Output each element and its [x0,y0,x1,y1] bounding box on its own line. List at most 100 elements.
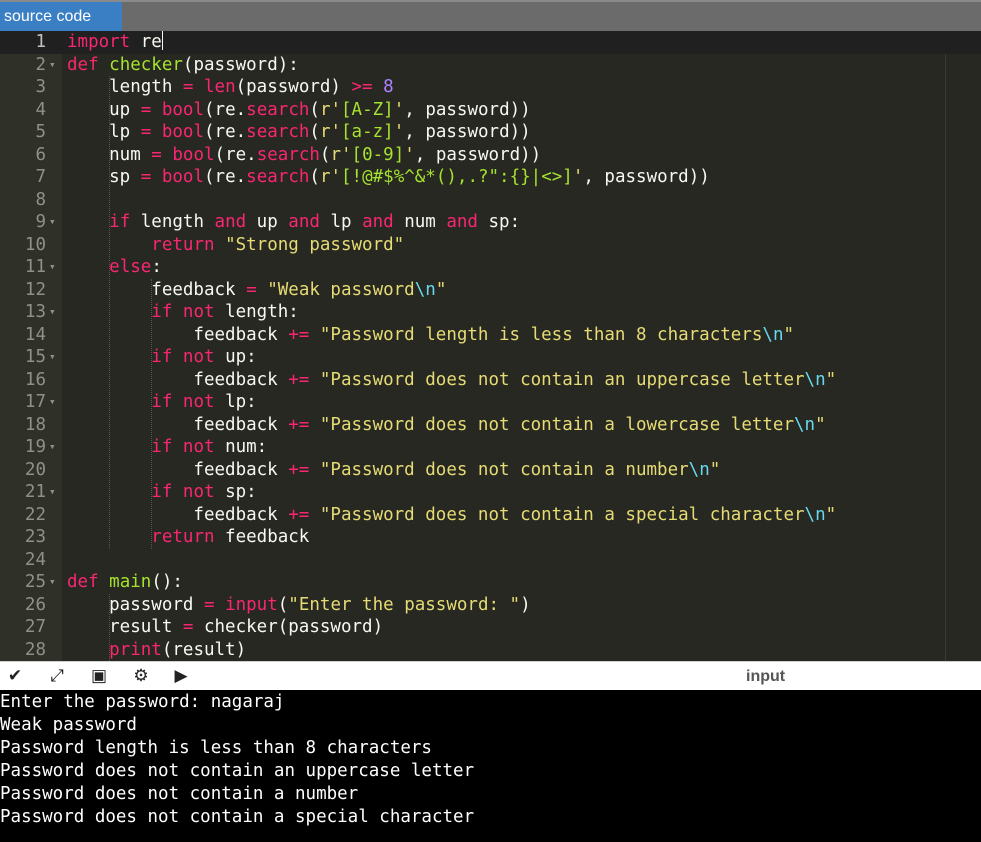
line-number: 3 [35,77,46,97]
line-number: 20 [24,459,46,480]
fold-toggle-icon[interactable]: ▾ [49,481,59,504]
code-text: if not sp: [151,482,257,502]
code-text: feedback += "Password does not contain a… [67,459,721,480]
code-text: if not lp: [151,392,257,412]
code-line[interactable]: 18 feedback += "Password does not contai… [0,414,981,437]
tab-source-code[interactable]: source code [0,2,122,31]
code-editor[interactable]: 1 import re 2 ▾ def checker(password): 3 leng… [0,31,981,661]
line-number: 7 [35,167,46,187]
code-text: length = len(password) >= 8 [67,77,394,97]
line-number: 16 [24,369,46,390]
line-number: 12 [24,279,46,300]
code-text: result = checker(password) [67,617,384,637]
line-number: 11 [24,257,46,277]
line-number: 6 [35,144,46,165]
code-line[interactable]: 22 feedback += "Password does not contai… [0,504,981,527]
line-number: 17 [24,392,46,412]
code-line[interactable]: 2 ▾ def checker(password): [0,54,981,77]
line-number: 21 [24,482,46,502]
output-line: Enter the password: nagaraj [0,692,285,712]
code-line[interactable]: 13 ▾ if not length: [0,301,981,324]
fold-toggle-icon[interactable]: ▾ [49,54,59,77]
code-line[interactable]: 11 ▾ else: [0,256,981,279]
line-number: 1 [35,32,46,52]
code-line[interactable]: 23 return feedback [0,526,981,549]
text-cursor [161,31,163,50]
fold-toggle-icon[interactable]: ▾ [49,256,59,279]
code-line[interactable]: 1 import re [0,31,981,54]
code-text: return "Strong password" [151,234,405,255]
input-tab[interactable]: input [746,662,785,691]
code-line[interactable]: 6 num = bool(re.search(r'[0-9]', passwor… [0,144,981,167]
code-line[interactable]: 15 ▾ if not up: [0,346,981,369]
fold-toggle-icon[interactable]: ▾ [49,391,59,414]
code-text: feedback += "Password does not contain a… [67,369,837,390]
code-line[interactable]: 5 lp = bool(re.search(r'[a-z]', password… [0,121,981,144]
code-text: sp = bool(re.search(r'[!@#$%^&*(),.?":{}… [67,167,710,187]
code-text: feedback += "Password does not contain a… [67,504,837,525]
output-line: Password does not contain a number [0,784,359,804]
output-line: Weak password [0,715,137,735]
code-text: feedback += "Password does not contain a… [67,414,826,435]
code-line[interactable]: 12 feedback = "Weak password\n" [0,279,981,302]
line-number: 9 [35,212,46,232]
fold-toggle-icon[interactable]: ▾ [49,436,59,459]
console-toolbar: ✔ ⤢ ▣ ⚙ ▶ input [0,661,981,690]
code-line[interactable]: 7 sp = bool(re.search(r'[!@#$%^&*(),.?":… [0,166,981,189]
code-line[interactable]: 17 ▾ if not lp: [0,391,981,414]
code-line[interactable]: 14 feedback += "Password length is less … [0,324,981,347]
code-line[interactable]: 27 result = checker(password) [0,616,981,639]
code-line[interactable]: 10 return "Strong password" [0,234,981,257]
code-text: else: [109,257,162,277]
fullscreen-button[interactable]: ⤢ [46,665,68,687]
code-text: if not up: [151,347,257,367]
run-icon: ▶ [174,666,188,685]
code-text: print(result) [109,639,247,660]
layout-icon: ▣ [90,666,108,685]
code-text: def checker(password): [67,54,299,75]
line-number: 19 [24,437,46,457]
code-text: feedback += "Password length is less tha… [67,324,795,345]
fold-toggle-icon[interactable]: ▾ [49,346,59,369]
layout-button[interactable]: ▣ [88,665,110,687]
line-number: 26 [24,594,46,615]
line-number: 23 [24,527,46,547]
code-text: lp = bool(re.search(r'[a-z]', password)) [67,122,531,142]
code-line[interactable]: 26 password = input("Enter the password:… [0,594,981,617]
code-line[interactable]: 9 ▾ if length and up and lp and num and s… [0,211,981,234]
code-line[interactable]: 19 ▾ if not num: [0,436,981,459]
line-number: 18 [24,414,46,435]
run-button[interactable]: ▶ [170,665,192,687]
code-text: num = bool(re.search(r'[0-9]', password)… [67,144,542,165]
code-line[interactable]: 16 feedback += "Password does not contai… [0,369,981,392]
fold-toggle-icon[interactable]: ▾ [49,301,59,324]
tab-bar: source code [0,0,981,31]
line-number: 8 [35,189,46,210]
gear-icon: ⚙ [133,666,149,685]
code-line[interactable]: 8 [0,189,981,212]
online-compiler-window: source code 1 import re 2 ▾ def checker(pass… [0,0,981,842]
code-text: if not length: [151,302,299,322]
code-line[interactable]: 24 [0,549,981,572]
code-text: up = bool(re.search(r'[A-Z]', password)) [67,99,531,120]
code-line[interactable]: 28 print(result) [0,639,981,662]
settings-button[interactable]: ⚙ [130,665,152,687]
code-line[interactable]: 25 ▾ def main(): [0,571,981,594]
collapse-button[interactable]: ✔ [4,665,26,687]
output-line: Password length is less than 8 character… [0,738,432,758]
fold-toggle-icon[interactable]: ▾ [49,571,59,594]
line-number: 27 [24,617,46,637]
code-line[interactable]: 21 ▾ if not sp: [0,481,981,504]
line-number: 4 [35,99,46,120]
line-number: 14 [24,324,46,345]
code-text: if length and up and lp and num and sp: [109,212,521,232]
code-line[interactable]: 3 length = len(password) >= 8 [0,76,981,99]
code-text: def main(): [67,572,183,592]
code-text: import re [67,31,163,52]
fold-toggle-icon[interactable]: ▾ [49,211,59,234]
code-line[interactable]: 4 up = bool(re.search(r'[A-Z]', password… [0,99,981,122]
line-number: 5 [35,122,46,142]
code-line[interactable]: 20 feedback += "Password does not contai… [0,459,981,482]
line-number: 15 [24,347,46,367]
line-number: 22 [24,504,46,525]
